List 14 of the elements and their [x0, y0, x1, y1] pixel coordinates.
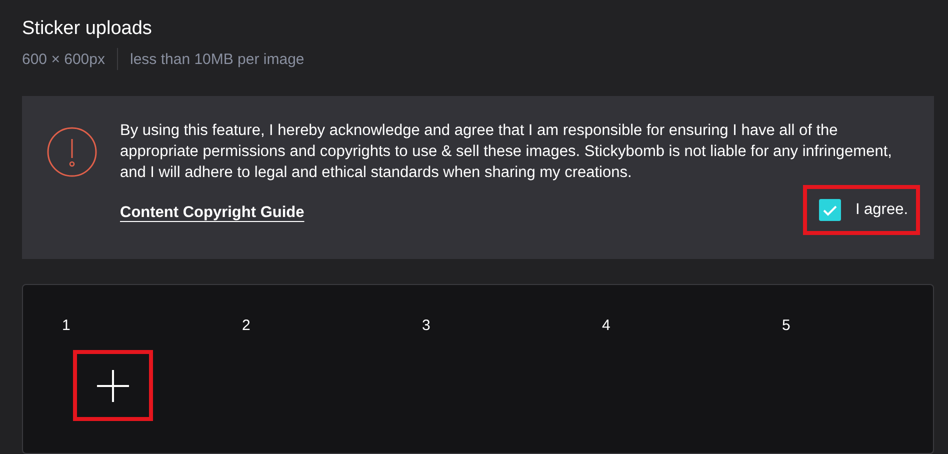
page-title: Sticker uploads: [22, 18, 153, 40]
plus-icon: [97, 370, 129, 402]
slot-number: 1: [62, 317, 70, 334]
check-icon: [823, 204, 838, 216]
agreement-text: By using this feature, I hereby acknowledge and agree that I am responsible for ensuring I have all of the appropriate permissions and copyrights to use & sell these images. Stickybomb is not liable for any infringement, and I will adhere to legal and ethical standards when sharing my creations.: [120, 121, 893, 183]
slot-number: 4: [602, 317, 610, 334]
agree-checkbox[interactable]: I agree.: [807, 189, 916, 231]
slot-number: 5: [782, 317, 790, 334]
size-requirement: 600 × 600px: [22, 50, 105, 68]
copyright-guide-link[interactable]: Content Copyright Guide: [120, 204, 304, 222]
warning-icon: [46, 126, 98, 178]
slot-number: 3: [422, 317, 430, 334]
file-size-limit: less than 10MB per image: [130, 50, 304, 68]
slot-number: 2: [242, 317, 250, 334]
